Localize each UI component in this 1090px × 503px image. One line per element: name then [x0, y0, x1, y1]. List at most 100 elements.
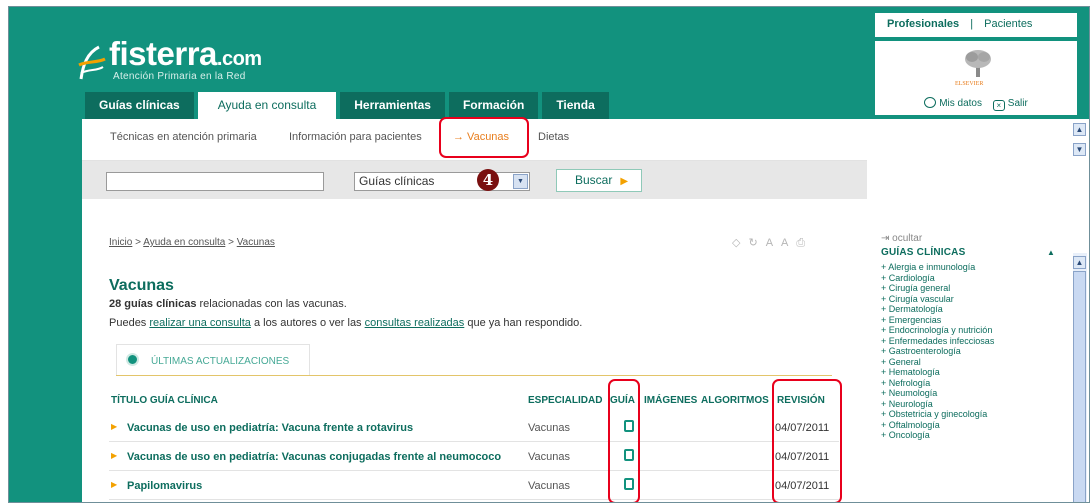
guide-title-link[interactable]: Vacunas de uso en pediatría: Vacuna fren…: [127, 422, 413, 434]
table-row[interactable]: ▶ Vacunas de uso en pediatría: Vacuna fr…: [109, 415, 839, 442]
table-row[interactable]: ▶ Papilomavirus Vacunas 04/07/2011: [109, 473, 839, 500]
consult-info: Puedes realizar una consulta a los autor…: [109, 317, 582, 329]
guide-count-number: 28 guías clínicas: [109, 298, 197, 310]
sidebar-scrollbar[interactable]: ▲: [1073, 253, 1087, 502]
specialty-item[interactable]: + Cirugía vascular: [881, 294, 1056, 305]
col-images[interactable]: IMÁGENES: [644, 395, 697, 406]
guide-specialty: Vacunas: [528, 480, 570, 492]
left-margin-band-lower: [9, 161, 82, 502]
browser-viewport: fisterra.com Atención Primaria en la Red…: [8, 6, 1090, 503]
play-arrow-icon: ▶: [620, 176, 629, 187]
tab-herramientas[interactable]: Herramientas: [340, 92, 445, 119]
mini-scrollbar[interactable]: ▲ ▼: [1073, 123, 1087, 159]
scroll-down-icon[interactable]: ▼: [1073, 143, 1086, 156]
breadcrumb-separator: >: [132, 237, 144, 248]
specialty-item[interactable]: + Obstetricia y ginecología: [881, 409, 1056, 420]
guide-title-link[interactable]: Vacunas de uso en pediatría: Vacunas con…: [127, 451, 501, 463]
bullet-icon: ▶: [111, 480, 118, 489]
guide-specialty: Vacunas: [528, 451, 570, 463]
tab-ayuda-en-consulta[interactable]: Ayuda en consulta: [197, 92, 337, 119]
specialty-item[interactable]: + Neurología: [881, 399, 1056, 410]
consult-text-mid: a los autores o ver las: [250, 317, 365, 329]
page-title: Vacunas: [109, 277, 174, 294]
subnav-informacion-pacientes[interactable]: Información para pacientes: [289, 131, 422, 143]
tab-underline: [116, 375, 832, 376]
publisher-name: ELSEVIER: [955, 81, 984, 87]
page-tools: ◇↻AA⎙: [732, 236, 813, 250]
search-scope-value: Guías clínicas: [359, 174, 435, 188]
tab-latest-updates[interactable]: ÚLTIMAS ACTUALIZACIONES: [116, 344, 310, 375]
sub-navigation: Técnicas en atención primaria Informació…: [9, 119, 867, 161]
logo-name: fisterra: [109, 35, 217, 72]
specialty-item[interactable]: + Alergia e inmunología: [881, 262, 1056, 273]
specialty-item[interactable]: + Endocrinología y nutrición: [881, 325, 1056, 336]
font-decrease-icon[interactable]: A: [781, 237, 796, 249]
search-bar: Guías clínicas ▼ 4 Buscar ▶: [82, 161, 867, 199]
specialty-item[interactable]: + Enfermedades infecciosas: [881, 336, 1056, 347]
specialties-sidebar: ⇥ ocultar GUÍAS CLÍNICAS ▲ + Alergia e i…: [867, 199, 1089, 502]
col-specialty[interactable]: ESPECIALIDAD: [528, 395, 602, 406]
specialty-item[interactable]: + Cirugía general: [881, 283, 1056, 294]
main-navigation: Guías clínicas Ayuda en consulta Herrami…: [85, 92, 613, 119]
breadcrumb-current[interactable]: Vacunas: [237, 237, 275, 248]
guide-count-text: relacionadas con las vacunas.: [196, 298, 347, 310]
hide-sidebar-link[interactable]: ⇥ ocultar: [881, 233, 922, 244]
ask-question-link[interactable]: realizar una consulta: [149, 317, 251, 329]
right-top-area: [867, 119, 1089, 161]
main-content: Inicio > Ayuda en consulta > Vacunas ◇↻A…: [82, 199, 867, 502]
guide-title-link[interactable]: Papilomavirus: [127, 480, 202, 492]
specialty-item[interactable]: + Hematología: [881, 367, 1056, 378]
share-icon[interactable]: ◇: [732, 237, 748, 249]
hide-sidebar-label: ocultar: [892, 233, 923, 244]
audience-separator: |: [970, 18, 974, 30]
col-title[interactable]: TÍTULO GUÍA CLÍNICA: [111, 395, 218, 406]
breadcrumb-home[interactable]: Inicio: [109, 237, 132, 248]
tab-formacion[interactable]: Formación: [448, 92, 539, 119]
specialty-item[interactable]: + Cardiología: [881, 273, 1056, 284]
col-algorithms[interactable]: ALGORITMOS: [701, 395, 769, 406]
elsevier-tree-logo-icon[interactable]: [963, 49, 993, 77]
highlight-vacunas-tab: [439, 117, 529, 158]
chevron-down-icon[interactable]: ▼: [513, 174, 528, 189]
specialty-item[interactable]: + Nefrología: [881, 378, 1056, 389]
bullet-icon: ▶: [111, 422, 118, 431]
subnav-dietas[interactable]: Dietas: [538, 131, 569, 143]
logout-link[interactable]: Salir: [1008, 98, 1028, 109]
site-tagline: Atención Primaria en la Red: [113, 71, 246, 82]
table-header: TÍTULO GUÍA CLÍNICA ESPECIALIDAD GUÍA IM…: [109, 395, 839, 411]
specialty-item[interactable]: + Neumología: [881, 388, 1056, 399]
scrollbar-thumb[interactable]: [1073, 271, 1086, 502]
professionals-link[interactable]: Profesionales: [887, 18, 959, 30]
scroll-up-icon[interactable]: ▲: [1073, 123, 1086, 136]
consult-text-pre: Puedes: [109, 317, 150, 329]
font-increase-icon[interactable]: A: [766, 237, 781, 249]
specialty-list: + Alergia e inmunología + Cardiología + …: [881, 262, 1056, 441]
search-input[interactable]: [106, 172, 324, 191]
specialty-item[interactable]: + General: [881, 357, 1056, 368]
site-logo[interactable]: fisterra.com: [109, 35, 262, 73]
close-icon: ×: [992, 100, 1005, 111]
print-icon[interactable]: ⎙: [796, 237, 813, 249]
scroll-up-icon[interactable]: ▲: [1073, 256, 1086, 269]
my-data-link[interactable]: Mis datos: [939, 98, 982, 109]
collapse-up-icon[interactable]: ▲: [1047, 248, 1055, 257]
subnav-tecnicas[interactable]: Técnicas en atención primaria: [110, 131, 257, 143]
collapse-arrows-icon: ⇥: [881, 233, 893, 244]
table-row[interactable]: ▶ Vacunas de uso en pediatría: Vacunas c…: [109, 444, 839, 471]
specialty-item[interactable]: + Emergencias: [881, 315, 1056, 326]
specialty-item[interactable]: + Oftalmología: [881, 420, 1056, 431]
search-scope-select[interactable]: Guías clínicas ▼: [354, 172, 530, 191]
answered-questions-link[interactable]: consultas realizadas: [365, 317, 465, 329]
breadcrumb-section[interactable]: Ayuda en consulta: [143, 237, 225, 248]
audience-switch: Profesionales | Pacientes: [875, 13, 1077, 37]
search-button[interactable]: Buscar ▶: [556, 169, 642, 192]
tab-guias-clinicas[interactable]: Guías clínicas: [85, 92, 194, 119]
specialty-item[interactable]: + Dermatología: [881, 304, 1056, 315]
refresh-icon[interactable]: ↻: [748, 237, 765, 249]
tab-tienda[interactable]: Tienda: [542, 92, 609, 119]
tab-latest-updates-label: ÚLTIMAS ACTUALIZACIONES: [151, 356, 290, 367]
patients-link[interactable]: Pacientes: [984, 18, 1032, 30]
specialty-item[interactable]: + Gastroenterología: [881, 346, 1056, 357]
bullet-icon: ▶: [111, 451, 118, 460]
specialty-item[interactable]: + Oncología: [881, 430, 1056, 441]
